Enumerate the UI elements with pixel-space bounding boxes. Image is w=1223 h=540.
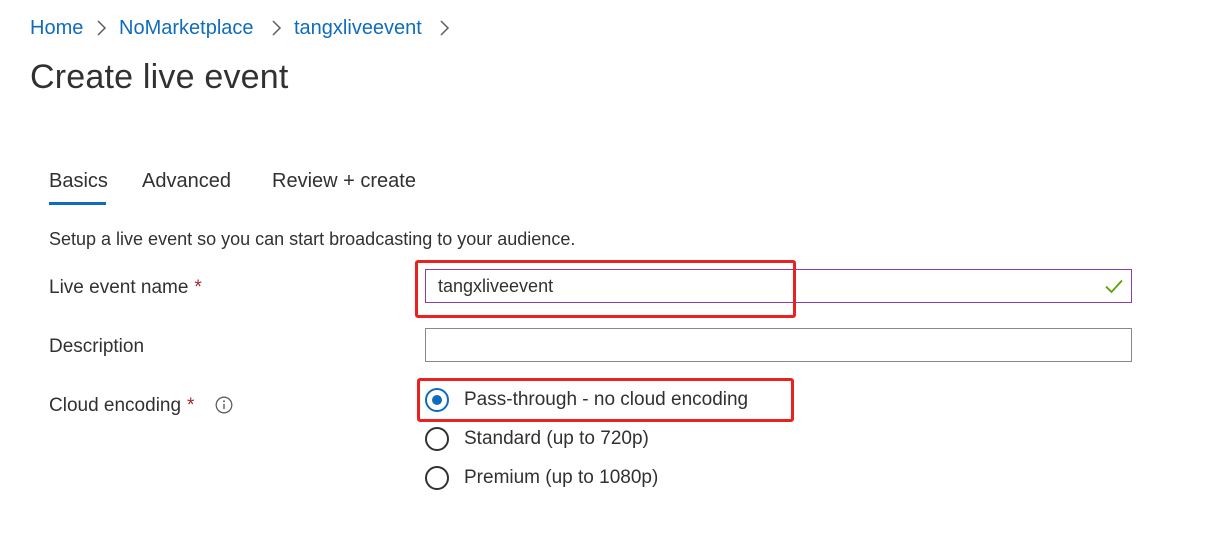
- radio-button-selected[interactable]: [425, 388, 449, 412]
- radio-button[interactable]: [425, 427, 449, 451]
- required-marker: *: [194, 277, 202, 298]
- chevron-right-icon: [95, 19, 107, 37]
- tab-basics[interactable]: Basics: [49, 168, 108, 194]
- radio-pass-through-label: Pass-through - no cloud encoding: [464, 389, 749, 410]
- live-event-name-input[interactable]: [425, 269, 1132, 303]
- breadcrumb-tangxliveevent-link[interactable]: tangxliveevent: [294, 15, 422, 41]
- tab-advanced[interactable]: Advanced: [142, 168, 231, 194]
- tab-review-create[interactable]: Review + create: [272, 168, 416, 194]
- form-intro-text: Setup a live event so you can start broa…: [49, 229, 576, 249]
- live-event-name-label-text: Live event name: [49, 277, 189, 298]
- live-event-name-label: Live event name *: [49, 276, 202, 300]
- radio-premium[interactable]: Premium (up to 1080p): [425, 465, 675, 493]
- cloud-encoding-label-text: Cloud encoding: [49, 395, 182, 416]
- checkmark-icon: [1104, 278, 1124, 294]
- breadcrumb-nomarketplace-link[interactable]: NoMarketplace: [119, 15, 254, 41]
- required-marker: *: [187, 395, 195, 416]
- radio-standard[interactable]: Standard (up to 720p): [425, 426, 665, 454]
- radio-premium-label: Premium (up to 1080p): [464, 467, 659, 488]
- radio-standard-label: Standard (up to 720p): [464, 428, 649, 449]
- chevron-right-icon: [438, 19, 450, 37]
- cloud-encoding-label: Cloud encoding *: [49, 394, 194, 418]
- chevron-right-icon: [270, 19, 282, 37]
- breadcrumb-home-link[interactable]: Home: [30, 15, 83, 41]
- info-icon[interactable]: [215, 396, 233, 414]
- radio-button[interactable]: [425, 466, 449, 490]
- radio-dot: [432, 395, 442, 405]
- active-tab-indicator: [49, 202, 106, 205]
- page-title: Create live event: [30, 58, 289, 96]
- radio-pass-through[interactable]: Pass-through - no cloud encoding: [425, 387, 765, 415]
- description-label: Description: [49, 336, 145, 357]
- description-input[interactable]: [425, 328, 1132, 362]
